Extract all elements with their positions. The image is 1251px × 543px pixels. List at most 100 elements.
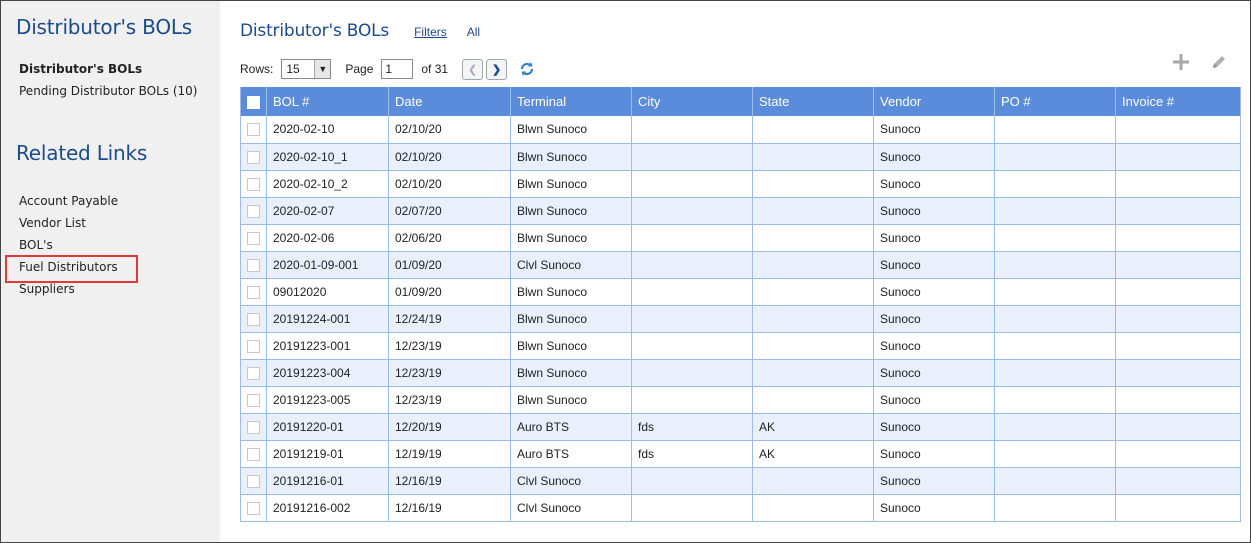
cell-terminal: Blwn Sunoco [510,170,632,198]
row-checkbox[interactable] [247,474,260,488]
cell-vendor: Sunoco [873,413,995,441]
row-checkbox[interactable] [247,501,260,515]
row-checkbox[interactable] [247,312,260,326]
row-checkbox[interactable] [247,204,260,218]
related-link-vendor-list[interactable]: Vendor List [19,212,220,234]
related-link-account-payable[interactable]: Account Payable [19,190,220,212]
cell-state [752,386,874,414]
column-po[interactable]: PO # [994,87,1116,116]
all-filter-link[interactable]: All [467,25,480,39]
table-row[interactable]: 20191216-002 12/16/19 Clvl Sunoco Sunoco [240,494,1241,522]
cell-terminal: Blwn Sunoco [510,332,632,360]
cell-city [631,278,753,306]
cell-bol: 20191219-01 [266,440,389,468]
related-link-suppliers[interactable]: Suppliers [19,278,220,300]
row-checkbox[interactable] [247,366,260,380]
row-select-cell [240,305,267,333]
select-all-checkbox[interactable] [247,96,260,110]
sidebar: Distributor's BOLs Distributor's BOLs Pe… [1,1,220,542]
cell-bol: 2020-01-09-001 [266,251,389,279]
refresh-icon[interactable] [519,61,535,77]
column-date[interactable]: Date [388,87,511,116]
cell-invoice [1115,305,1241,333]
row-select-cell [240,143,267,171]
column-state[interactable]: State [752,87,874,116]
cell-invoice [1115,332,1241,360]
table-row[interactable]: 2020-02-10_2 02/10/20 Blwn Sunoco Sunoco [240,170,1241,198]
table-body: 2020-02-10 02/10/20 Blwn Sunoco Sunoco 2020-… [240,116,1241,522]
table-row[interactable]: 20191216-01 12/16/19 Clvl Sunoco Sunoco [240,467,1241,495]
plus-icon[interactable] [1172,53,1190,71]
row-select-cell [240,170,267,198]
table-row[interactable]: 2020-02-10 02/10/20 Blwn Sunoco Sunoco [240,116,1241,144]
row-select-cell [240,278,267,306]
sidebar-item-distributors-bols[interactable]: Distributor's BOLs [19,58,220,80]
column-bol[interactable]: BOL # [266,87,389,116]
table-row[interactable]: 20191223-004 12/23/19 Blwn Sunoco Sunoco [240,359,1241,387]
cell-vendor: Sunoco [873,143,995,171]
cell-bol: 20191224-001 [266,305,389,333]
cell-city [631,143,753,171]
row-checkbox[interactable] [247,420,260,434]
related-link-bols[interactable]: BOL's [19,234,220,256]
cell-po [994,251,1116,279]
chevron-left-icon: ❮ [467,63,478,76]
table-row[interactable]: 2020-02-10_1 02/10/20 Blwn Sunoco Sunoco [240,143,1241,171]
table-row[interactable]: 09012020 01/09/20 Blwn Sunoco Sunoco [240,278,1241,306]
rows-select[interactable]: 15 ▼ [281,59,332,79]
cell-terminal: Blwn Sunoco [510,386,632,414]
cell-bol: 2020-02-06 [266,224,389,252]
cell-bol: 09012020 [266,278,389,306]
row-checkbox[interactable] [247,150,260,164]
pencil-icon[interactable] [1210,53,1228,71]
cell-state: AK [752,413,874,441]
table-row[interactable]: 2020-02-06 02/06/20 Blwn Sunoco Sunoco [240,224,1241,252]
cell-date: 12/24/19 [388,305,511,333]
cell-date: 02/10/20 [388,116,511,144]
row-select-cell [240,467,267,495]
sidebar-nav: Distributor's BOLs Pending Distributor B… [19,58,220,102]
row-checkbox[interactable] [247,231,260,245]
toolbar [1172,53,1228,71]
table-row[interactable]: 2020-02-07 02/07/20 Blwn Sunoco Sunoco [240,197,1241,225]
app-frame: Distributor's BOLs Distributor's BOLs Pe… [0,0,1251,543]
table-row[interactable]: 20191220-01 12/20/19 Auro BTS fds AK Sunoco [240,413,1241,441]
column-terminal[interactable]: Terminal [510,87,632,116]
row-checkbox[interactable] [247,258,260,272]
sidebar-item-pending-bols[interactable]: Pending Distributor BOLs (10) [19,80,220,102]
table-row[interactable]: 2020-01-09-001 01/09/20 Clvl Sunoco Sunoco [240,251,1241,279]
cell-state [752,197,874,225]
related-link-fuel-distributors[interactable]: Fuel Distributors [5,255,220,283]
row-checkbox[interactable] [247,177,260,191]
column-vendor[interactable]: Vendor [873,87,995,116]
cell-bol: 2020-02-07 [266,197,389,225]
row-checkbox[interactable] [247,123,260,137]
row-checkbox[interactable] [247,393,260,407]
cell-city [631,467,753,495]
table-row[interactable]: 20191224-001 12/24/19 Blwn Sunoco Sunoco [240,305,1241,333]
filters-link[interactable]: Filters [414,25,447,39]
cell-po [994,116,1116,144]
table-row[interactable]: 20191223-001 12/23/19 Blwn Sunoco Sunoco [240,332,1241,360]
cell-po [994,278,1116,306]
cell-date: 12/16/19 [388,467,511,495]
next-page-button[interactable]: ❯ [486,58,508,80]
cell-bol: 20191223-004 [266,359,389,387]
column-city[interactable]: City [631,87,753,116]
row-checkbox[interactable] [247,339,260,353]
column-invoice[interactable]: Invoice # [1115,87,1241,116]
page-label: Page [345,62,374,76]
table-row[interactable]: 20191219-01 12/19/19 Auro BTS fds AK Sunoco [240,440,1241,468]
row-checkbox[interactable] [247,447,260,461]
row-checkbox[interactable] [247,285,260,299]
cell-city: fds [631,413,753,441]
cell-terminal: Blwn Sunoco [510,116,632,144]
related-links-section: Related Links Account Payable Vendor Lis… [1,141,220,300]
page-input[interactable]: 1 [381,59,414,79]
table-row[interactable]: 20191223-005 12/23/19 Blwn Sunoco Sunoco [240,386,1241,414]
cell-state: AK [752,440,874,468]
cell-state [752,251,874,279]
prev-page-button[interactable]: ❮ [462,58,484,80]
cell-po [994,467,1116,495]
cell-invoice [1115,278,1241,306]
